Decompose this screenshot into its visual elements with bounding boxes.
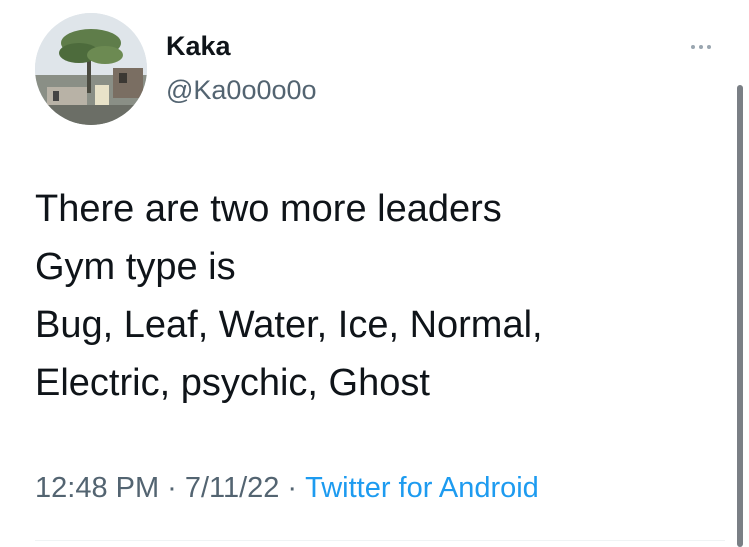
tweet-date[interactable]: 7/11/22 bbox=[185, 472, 280, 504]
tweet-card: Kaka @Ka0o0o0o There are two more leader… bbox=[0, 0, 749, 547]
divider bbox=[35, 540, 725, 541]
user-info: Kaka @Ka0o0o0o bbox=[166, 30, 317, 106]
more-options-icon[interactable] bbox=[683, 40, 719, 54]
tweet-line: Gym type is bbox=[35, 246, 236, 288]
avatar-image bbox=[35, 13, 147, 125]
dot bbox=[699, 45, 703, 49]
separator: · bbox=[287, 472, 298, 504]
tweet-line: Bug, Leaf, Water, Ice, Normal, bbox=[35, 304, 543, 346]
tweet-source-link[interactable]: Twitter for Android bbox=[305, 472, 539, 504]
separator: · bbox=[167, 472, 177, 504]
tweet-time[interactable]: 12:48 PM bbox=[35, 472, 159, 504]
avatar[interactable] bbox=[35, 13, 147, 125]
tweet-line: Electric, psychic, Ghost bbox=[35, 362, 430, 404]
tweet-text: There are two more leaders Gym type is B… bbox=[35, 180, 543, 412]
display-name[interactable]: Kaka bbox=[166, 30, 317, 62]
tweet-line: There are two more leaders bbox=[35, 188, 502, 230]
dot bbox=[691, 45, 695, 49]
user-handle[interactable]: @Ka0o0o0o bbox=[166, 74, 317, 106]
tweet-meta: 12:48 PM · 7/11/22 · Twitter for Android bbox=[35, 470, 539, 506]
dot bbox=[707, 45, 711, 49]
scrollbar[interactable] bbox=[737, 85, 743, 547]
